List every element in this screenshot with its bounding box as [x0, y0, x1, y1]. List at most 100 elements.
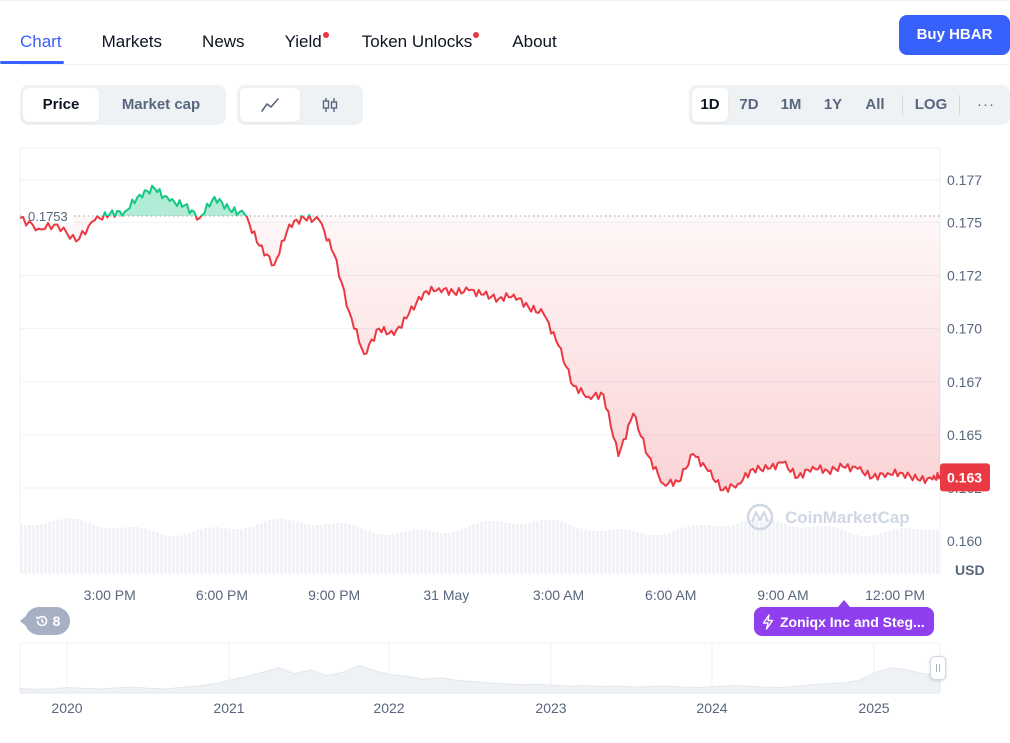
volume-bar: [192, 532, 195, 573]
volume-bar: [216, 527, 219, 573]
volume-bar: [88, 523, 91, 573]
tab-token-unlocks[interactable]: Token Unlocks: [362, 22, 480, 64]
volume-bar: [100, 527, 103, 573]
volume-bar: [600, 531, 603, 573]
volume-bar: [664, 534, 667, 573]
volume-bar: [872, 535, 875, 573]
volume-bar: [356, 526, 359, 573]
volume-bar: [536, 521, 539, 573]
volume-bar: [696, 525, 699, 573]
volume-bar: [112, 528, 115, 573]
volume-bar: [844, 531, 847, 573]
volume-bar: [656, 535, 659, 573]
volume-bar: [236, 529, 239, 573]
news-pill-text: Zoniqx Inc and Steg...: [780, 613, 925, 630]
volume-bar: [120, 528, 123, 573]
volume-bar: [712, 526, 715, 573]
volume-bar: [756, 518, 759, 573]
y-axis: 0.1770.1750.1720.1700.1670.1650.1620.160…: [940, 172, 990, 578]
volume-bar: [172, 536, 175, 573]
volume-bar: [880, 533, 883, 573]
volume-bar: [56, 520, 59, 573]
log-scale-button[interactable]: LOG: [909, 88, 953, 122]
volume-bar: [892, 530, 895, 573]
volume-bar: [864, 536, 867, 573]
volume-bar: [156, 532, 159, 573]
volume-bar: [332, 523, 335, 573]
volume-bar: [788, 526, 791, 573]
x-tick-label: 6:00 PM: [196, 587, 248, 603]
navigator-year-label: 2025: [858, 700, 889, 716]
volume-bar: [668, 533, 671, 573]
tab-markets[interactable]: Markets: [102, 22, 162, 64]
area-below-reference: [20, 216, 940, 492]
volume-bar: [792, 527, 795, 573]
volume-bar: [320, 525, 323, 573]
volume-bar: [372, 533, 375, 573]
x-axis: 3:00 PM 6:00 PM 9:00 PM 31 May 3:00 AM 6:00 A…: [84, 587, 925, 603]
volume-bar: [860, 536, 863, 573]
volume-bar: [68, 518, 71, 573]
volume-bar: [632, 531, 635, 573]
volume-bar: [104, 528, 107, 573]
notification-dot: [473, 32, 480, 38]
volume-bar: [380, 534, 383, 573]
volume-bar: [760, 518, 763, 573]
more-options-button[interactable]: ···: [966, 88, 1006, 122]
volume-bar: [540, 520, 543, 573]
volume-bar: [544, 520, 547, 573]
volume-bar: [416, 530, 419, 573]
candlestick-chart-button[interactable]: [300, 88, 360, 122]
volume-bar: [648, 535, 651, 573]
range-7d[interactable]: 7D: [728, 88, 770, 122]
line-chart-button[interactable]: [240, 88, 300, 122]
volume-bar: [900, 528, 903, 573]
tab-about[interactable]: About: [512, 22, 556, 64]
volume-bar: [520, 524, 523, 573]
range-1m[interactable]: 1M: [770, 88, 812, 122]
tab-yield[interactable]: Yield: [285, 22, 329, 64]
volume-bar: [592, 531, 595, 573]
volume-bar: [392, 534, 395, 573]
tab-news[interactable]: News: [202, 22, 245, 64]
volume-bar: [624, 530, 627, 573]
volume-bar: [140, 528, 143, 573]
volume-bar: [644, 534, 647, 573]
volume-bar: [272, 519, 275, 573]
range-all[interactable]: All: [854, 88, 896, 122]
volume-bar: [20, 525, 23, 573]
tab-chart[interactable]: Chart: [0, 22, 64, 64]
volume-bar: [920, 530, 923, 573]
volume-bar: [732, 525, 735, 573]
range-1d[interactable]: 1D: [692, 88, 728, 122]
time-range-selector: 1D 7D 1M 1Y All LOG ···: [689, 85, 1010, 125]
volume-bar: [616, 529, 619, 573]
range-navigator[interactable]: 2020 2021 2022 2023 2024 2025: [19, 642, 941, 716]
volume-bar: [404, 531, 407, 573]
volume-bar: [52, 521, 55, 573]
x-tick-label: 31 May: [423, 587, 469, 603]
range-1y[interactable]: 1Y: [812, 88, 854, 122]
market-cap-option[interactable]: Market cap: [99, 88, 223, 122]
range-separator: [902, 95, 903, 115]
range-separator: [959, 95, 960, 115]
volume-bar: [128, 527, 131, 573]
volume-bar: [716, 526, 719, 573]
price-option[interactable]: Price: [23, 88, 99, 122]
volume-bar: [780, 523, 783, 573]
news-pill[interactable]: Zoniqx Inc and Steg...: [754, 607, 934, 636]
volume-bar: [476, 523, 479, 573]
volume-bar: [420, 530, 423, 573]
volume-bar: [688, 526, 691, 573]
volume-bar: [188, 533, 191, 573]
events-badge[interactable]: 8: [20, 607, 70, 635]
buy-hbar-button[interactable]: Buy HBAR: [899, 15, 1010, 55]
volume-bar: [728, 526, 731, 573]
volume-bar: [212, 527, 215, 573]
navigator-handle[interactable]: [930, 656, 946, 680]
volume-bar: [492, 521, 495, 573]
navigator-year-label: 2020: [51, 700, 82, 716]
volume-bar: [428, 531, 431, 573]
volume-bar: [796, 527, 799, 573]
volume-bar: [184, 534, 187, 573]
